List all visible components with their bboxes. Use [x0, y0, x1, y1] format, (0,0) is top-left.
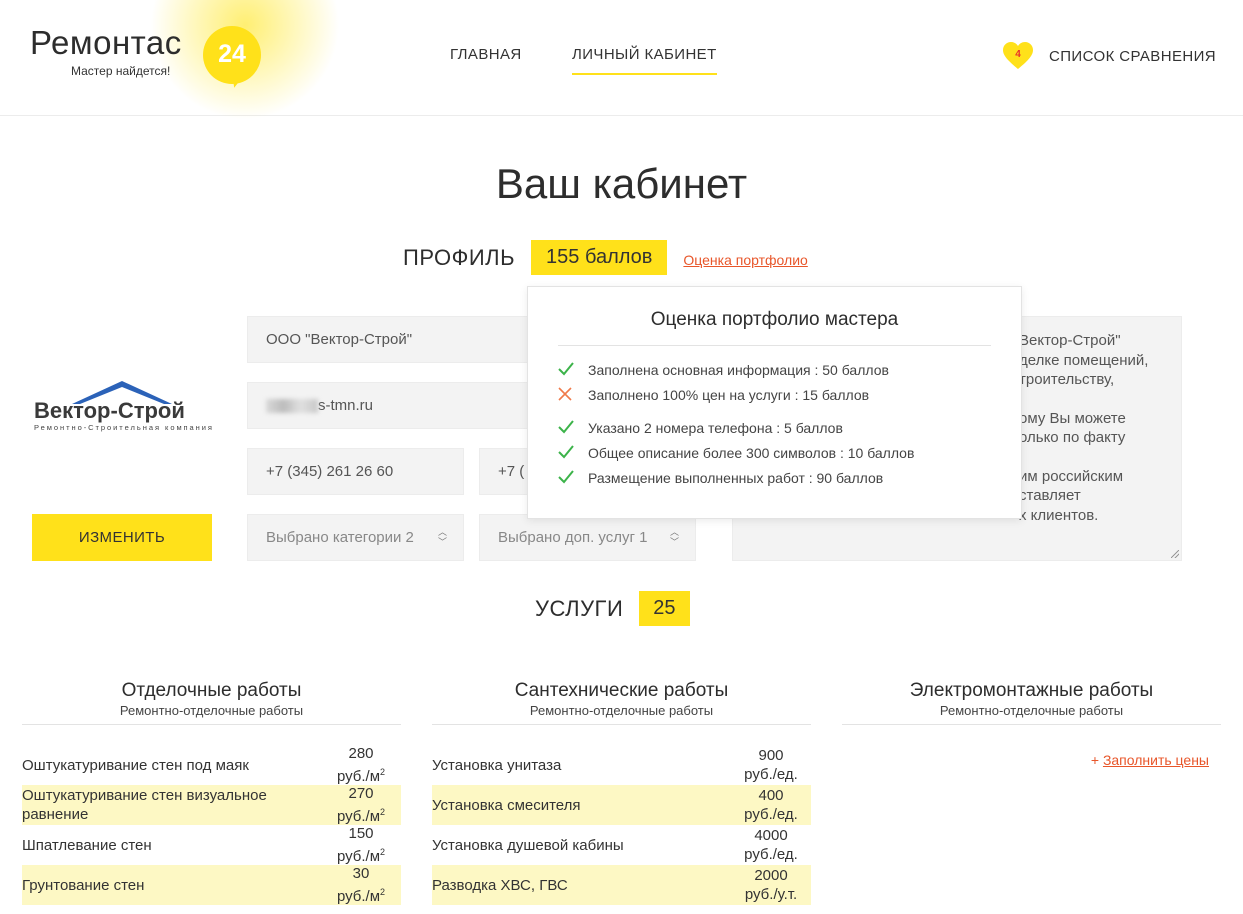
profile-points-badge: 155 баллов [531, 240, 668, 275]
profile-label: ПРОФИЛЬ [403, 244, 516, 270]
service-price: 150 руб./м2 [336, 825, 386, 865]
portfolio-rating-link[interactable]: Оценка портфолио [683, 252, 807, 268]
desc-line: делке помещений, [1019, 351, 1149, 369]
service-name: Шпатлевание стен [22, 836, 152, 854]
categories-select-label: Выбрано категории 2 [266, 529, 414, 546]
logo[interactable]: Ремонтас Мастер найдется! 24 [30, 24, 261, 84]
nav-cabinet[interactable]: ЛИЧНЫЙ КАБИНЕТ [572, 46, 717, 75]
desc-line: ставляет [1019, 487, 1081, 504]
service-name: Оштукатуривание стен визуальное равнение [22, 787, 267, 823]
service-column-subtitle: Ремонтно-отделочные работы [529, 703, 714, 718]
popup-item: Общее описание более 300 символов : 10 б… [558, 442, 991, 467]
desc-line: Вектор-Строй" [1019, 332, 1121, 349]
compare-list-link[interactable]: 4 СПИСОК СРАВНЕНИЯ [1003, 42, 1216, 70]
service-column-title: Электромонтажные работы [909, 680, 1154, 701]
page-title: Ваш кабинет [495, 160, 748, 207]
fill-prices-link[interactable]: + Заполнить цены [1091, 752, 1209, 768]
logo-text: Ремонтас [30, 24, 182, 61]
service-row: Установка смесителя 400 руб./ед. [432, 785, 811, 825]
portfolio-rating-popup: Оценка портфолио мастера Заполнена основ… [527, 286, 1022, 519]
service-price: 2000 руб./у.т. [744, 867, 798, 903]
service-price: 30 руб./м2 [336, 865, 386, 905]
company-logo-sub: Ремонтно-Строительная компания [34, 423, 212, 432]
blurred-text [266, 398, 318, 413]
resize-handle[interactable] [1171, 550, 1179, 558]
heart-icon: 4 [1003, 42, 1033, 70]
service-row: Установка унитаза 900 руб./ед. [432, 745, 811, 785]
popup-item: Размещение выполненных работ : 90 баллов [558, 467, 991, 492]
website-suffix: s-tmn.ru [318, 397, 374, 414]
edit-button[interactable]: ИЗМЕНИТЬ [32, 514, 212, 561]
popup-item: Заполнена основная информация : 50 балло… [558, 359, 991, 384]
service-name: Установка унитаза [432, 756, 562, 774]
service-column: Сантехнические работы Ремонтно-отделочны… [432, 680, 811, 905]
services-header: УСЛУГИ 25 [535, 591, 690, 626]
service-column-subtitle: Ремонтно-отделочные работы [939, 703, 1124, 718]
service-column-header: Сантехнические работы Ремонтно-отделочны… [432, 680, 811, 725]
service-row: Оштукатуривание стен визуальное равнение… [22, 785, 401, 825]
updown-icon: ︿ ﹀ [669, 527, 679, 547]
service-column-subtitle: Ремонтно-отделочные работы [119, 703, 304, 718]
service-column-title: Отделочные работы [121, 680, 302, 701]
extra-services-select[interactable]: Выбрано доп. услуг 1 ︿ ﹀ [479, 514, 696, 561]
service-row: Грунтование стен 30 руб./м2 [22, 865, 401, 905]
service-price: 280 руб./м2 [336, 745, 386, 785]
phone-field-1[interactable]: +7 (345) 261 26 60 [247, 448, 464, 495]
popup-list: Заполнена основная информация : 50 балло… [558, 359, 991, 492]
service-row: Разводка ХВС, ГВС 2000 руб./у.т. [432, 865, 811, 905]
profile-header: ПРОФИЛЬ 155 баллов Оценка портфолио [403, 240, 808, 275]
categories-select[interactable]: Выбрано категории 2 ︿ ﹀ [247, 514, 464, 561]
company-logo: Вектор-Строй Ремонтно-Строительная компа… [32, 380, 214, 434]
plus-icon: + [1090, 752, 1100, 768]
logo-bubble: 24 [203, 26, 261, 84]
logo-slogan: Мастер найдется! [71, 64, 171, 78]
service-price: 900 руб./ед. [744, 747, 798, 783]
service-name: Установка душевой кабины [432, 836, 624, 854]
header: Ремонтас Мастер найдется! 24 ГЛАВНАЯ ЛИЧ… [0, 0, 1243, 120]
service-name: Установка смесителя [432, 796, 581, 814]
company-logo-text: Вектор-Строй [34, 398, 185, 423]
service-row: Установка душевой кабины 4000 руб./ед. [432, 825, 811, 865]
desc-line: ому Вы можете [1019, 409, 1126, 427]
service-name: Разводка ХВС, ГВС [432, 876, 568, 894]
desc-line [1019, 390, 1181, 409]
service-price: 400 руб./ед. [744, 787, 798, 823]
service-column: Электромонтажные работы Ремонтно-отделоч… [842, 680, 1221, 768]
popup-title: Оценка портфолио мастера [558, 309, 991, 346]
service-column: Отделочные работы Ремонтно-отделочные ра… [22, 680, 401, 905]
service-row: Шпатлевание стен 150 руб./м2 [22, 825, 401, 865]
check-icon [558, 362, 574, 376]
service-name: Оштукатуривание стен под маяк [22, 756, 249, 774]
service-row: Оштукатуривание стен под маяк 280 руб./м2 [22, 745, 401, 785]
check-icon [558, 445, 574, 459]
cross-icon [558, 387, 572, 401]
extra-services-select-label: Выбрано доп. услуг 1 [498, 529, 648, 546]
compare-count: 4 [1015, 49, 1021, 60]
service-column-header: Электромонтажные работы Ремонтно-отделоч… [842, 680, 1221, 725]
service-column-title: Сантехнические работы [514, 680, 729, 701]
compare-label: СПИСОК СРАВНЕНИЯ [1049, 47, 1216, 65]
popup-item: Заполнено 100% цен на услуги : 15 баллов [558, 384, 991, 409]
service-price: 270 руб./м2 [336, 785, 386, 825]
desc-line: им российским [1019, 467, 1124, 485]
services-count-badge: 25 [639, 591, 690, 626]
fill-prices-label: Заполнить цены [1102, 752, 1209, 768]
desc-line [1019, 448, 1181, 467]
service-price: 4000 руб./ед. [744, 827, 798, 863]
nav-home[interactable]: ГЛАВНАЯ [450, 46, 522, 63]
services-label: УСЛУГИ [535, 595, 624, 621]
desc-line: троительству, [1019, 371, 1115, 388]
desc-line: х клиентов. [1019, 506, 1099, 524]
check-icon [558, 420, 574, 434]
popup-item: Указано 2 номера телефона : 5 баллов [558, 417, 991, 442]
service-name: Грунтование стен [22, 876, 145, 894]
check-icon [558, 470, 574, 484]
service-column-header: Отделочные работы Ремонтно-отделочные ра… [22, 680, 401, 725]
updown-icon: ︿ ﹀ [437, 527, 447, 547]
desc-line: олько по факту [1019, 429, 1126, 446]
